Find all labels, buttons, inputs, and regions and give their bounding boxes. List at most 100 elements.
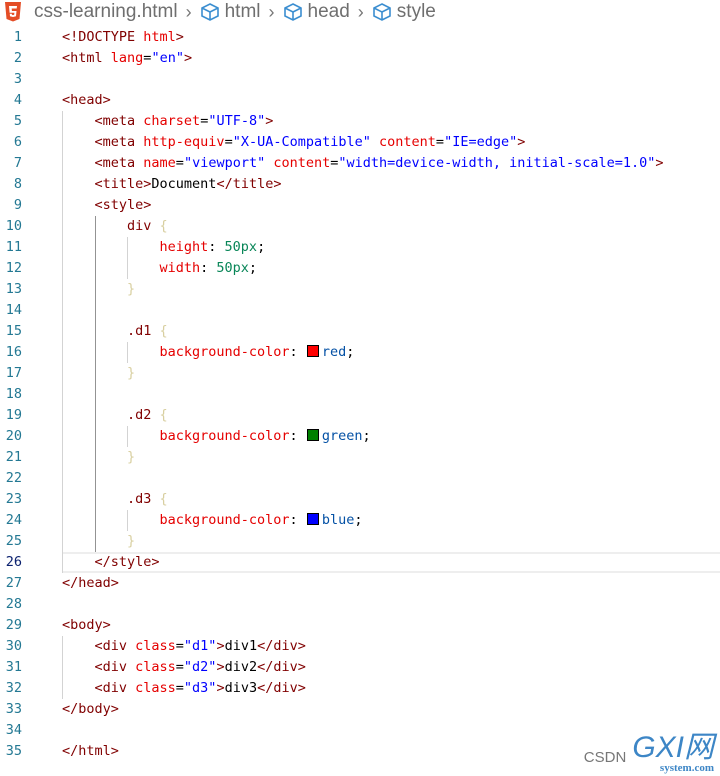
line-number: 3 bbox=[13, 71, 22, 87]
code-line[interactable]: 13} bbox=[0, 279, 720, 300]
code-token: > bbox=[183, 50, 193, 66]
indent-guide bbox=[62, 132, 95, 153]
code-token: background-color bbox=[159, 344, 290, 360]
breadcrumb-style[interactable]: style bbox=[397, 1, 436, 23]
code-token: <!DOCTYPE bbox=[62, 29, 144, 45]
code-token: width bbox=[159, 260, 201, 276]
breadcrumb-html[interactable]: html bbox=[225, 1, 261, 23]
code-token: blue bbox=[321, 512, 355, 528]
code-editor[interactable]: 1 <!DOCTYPE html> 2 <html lang="en"> 3 4 <head… bbox=[0, 27, 720, 762]
code-line[interactable]: 25} bbox=[0, 531, 720, 552]
code-token: <meta bbox=[94, 113, 144, 129]
code-line[interactable]: 3 bbox=[0, 69, 720, 90]
breadcrumb-file[interactable]: css-learning.html bbox=[34, 1, 178, 23]
line-code: div { bbox=[62, 216, 168, 237]
line-number: 25 bbox=[5, 533, 22, 549]
line-number: 12 bbox=[5, 260, 22, 276]
code-line[interactable]: 4 <head> bbox=[0, 90, 720, 111]
line-code: <style> bbox=[62, 195, 151, 216]
code-line[interactable]: 30 <div class="d1">div1</div> bbox=[0, 636, 720, 657]
indent-guide bbox=[62, 300, 95, 321]
code-line[interactable]: 29 <body> bbox=[0, 615, 720, 636]
code-line[interactable]: 21} bbox=[0, 447, 720, 468]
line-code bbox=[62, 468, 127, 489]
line-number: 7 bbox=[13, 155, 22, 171]
code-token: <body> bbox=[62, 617, 111, 633]
code-line[interactable]: 24 background-color: blue; bbox=[0, 510, 720, 531]
code-line[interactable]: 26 </style> bbox=[0, 552, 720, 573]
line-number: 28 bbox=[5, 596, 22, 612]
line-number: 15 bbox=[5, 323, 22, 339]
code-line[interactable]: 5 <meta charset="UTF-8"> bbox=[0, 111, 720, 132]
indent-guide bbox=[62, 111, 95, 132]
code-token: </html> bbox=[62, 743, 119, 759]
code-line[interactable]: 16 background-color: red; bbox=[0, 342, 720, 363]
code-line[interactable]: 1 <!DOCTYPE html> bbox=[0, 27, 720, 48]
code-line[interactable]: 31 <div class="d2">div2</div> bbox=[0, 657, 720, 678]
line-code bbox=[62, 384, 127, 405]
code-line[interactable]: 19 .d2 { bbox=[0, 405, 720, 426]
code-line[interactable]: 23 .d3 { bbox=[0, 489, 720, 510]
code-token: name bbox=[143, 155, 176, 171]
line-code: background-color: green; bbox=[62, 426, 371, 447]
code-token: : bbox=[289, 428, 306, 444]
code-line[interactable]: 15 .d1 { bbox=[0, 321, 720, 342]
code-line[interactable]: 27 </head> bbox=[0, 573, 720, 594]
breadcrumb-head[interactable]: head bbox=[308, 1, 350, 23]
code-line[interactable]: 32 <div class="d3">div3</div> bbox=[0, 678, 720, 699]
line-number: 9 bbox=[13, 197, 22, 213]
code-line[interactable]: 14 bbox=[0, 300, 720, 321]
color-swatch-icon[interactable] bbox=[306, 513, 319, 525]
line-number: 16 bbox=[5, 344, 22, 360]
color-swatch-icon[interactable] bbox=[306, 429, 319, 441]
code-token: </div> bbox=[257, 638, 306, 654]
code-line[interactable]: 11 height: 50px; bbox=[0, 237, 720, 258]
code-token: = bbox=[435, 134, 445, 150]
indent-guide bbox=[62, 195, 95, 216]
line-number: 33 bbox=[5, 701, 22, 717]
code-token: "d2" bbox=[183, 659, 217, 675]
code-line[interactable]: 9 <style> bbox=[0, 195, 720, 216]
code-token: : bbox=[289, 344, 306, 360]
code-token: { bbox=[159, 407, 168, 423]
code-token: { bbox=[159, 491, 168, 507]
line-number: 23 bbox=[5, 491, 22, 507]
code-line[interactable]: 10 div { bbox=[0, 216, 720, 237]
code-token: charset bbox=[143, 113, 201, 129]
code-token: "width=device-width, initial-scale=1.0" bbox=[338, 155, 656, 171]
code-line[interactable]: 2 <html lang="en"> bbox=[0, 48, 720, 69]
code-line[interactable]: 6 <meta http-equiv="X-UA-Compatible" cont… bbox=[0, 132, 720, 153]
code-line[interactable]: 8 <title>Document</title> bbox=[0, 174, 720, 195]
code-token: <meta bbox=[94, 155, 144, 171]
line-code: <meta charset="UTF-8"> bbox=[62, 111, 273, 132]
code-token: > bbox=[517, 134, 526, 150]
code-line[interactable]: 12 width: 50px; bbox=[0, 258, 720, 279]
cube-icon bbox=[283, 3, 302, 21]
code-line[interactable]: 22 bbox=[0, 468, 720, 489]
line-number: 31 bbox=[5, 659, 22, 675]
code-line[interactable]: 20 background-color: green; bbox=[0, 426, 720, 447]
html5-icon bbox=[5, 2, 21, 22]
code-line[interactable]: 18 bbox=[0, 384, 720, 405]
indent-guide bbox=[62, 489, 95, 510]
line-number: 13 bbox=[5, 281, 22, 297]
code-line[interactable]: 17} bbox=[0, 363, 720, 384]
indent-guide bbox=[94, 489, 128, 510]
line-code: width: 50px; bbox=[62, 258, 257, 279]
code-token: } bbox=[127, 449, 136, 465]
code-token: = bbox=[175, 680, 184, 696]
indent-guide bbox=[94, 321, 128, 342]
code-line[interactable]: 28 bbox=[0, 594, 720, 615]
code-token: <head> bbox=[62, 92, 111, 108]
current-line-highlight bbox=[62, 552, 720, 573]
indent-guide bbox=[94, 531, 128, 552]
line-number: 20 bbox=[5, 428, 22, 444]
color-swatch-icon[interactable] bbox=[306, 345, 319, 357]
code-token: = bbox=[224, 134, 233, 150]
code-line[interactable]: 33 </body> bbox=[0, 699, 720, 720]
indent-guide bbox=[127, 342, 160, 363]
code-line[interactable]: 7 <meta name="viewport" content="width=de… bbox=[0, 153, 720, 174]
code-token: </head> bbox=[62, 575, 119, 591]
line-number: 35 bbox=[5, 743, 22, 759]
